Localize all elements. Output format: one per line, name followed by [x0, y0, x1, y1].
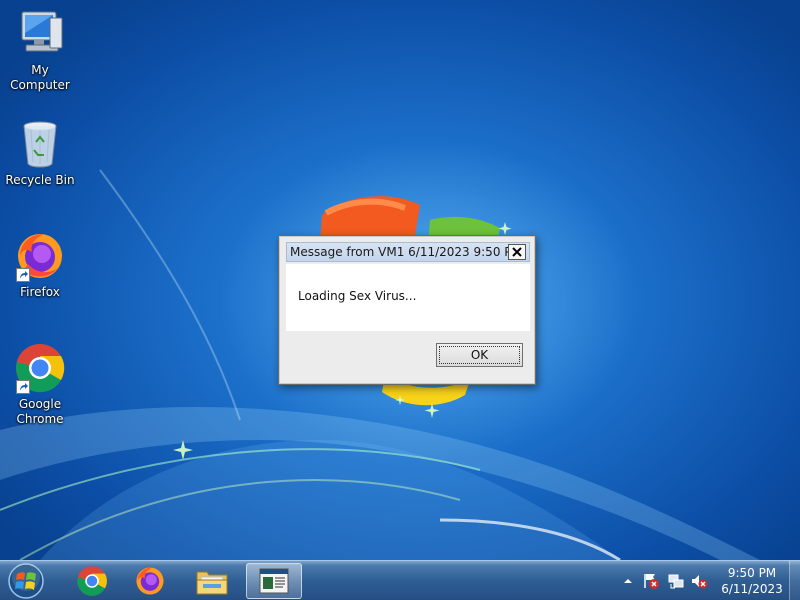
computer-icon: [14, 8, 66, 60]
taskbar-message-window-button[interactable]: [246, 563, 302, 599]
clock-date: 6/11/2023: [721, 582, 783, 596]
chrome-icon: [14, 342, 66, 394]
folder-icon: [196, 571, 228, 595]
desktop-icon-label: Recycle Bin: [5, 173, 75, 187]
ok-button[interactable]: OK: [436, 343, 523, 367]
firefox-icon: [136, 567, 164, 595]
taskbar-clock[interactable]: 9:50 PM 6/11/2023: [720, 565, 784, 597]
taskbar-explorer-button[interactable]: [184, 563, 240, 599]
desktop-icon-label: Google Chrome: [16, 397, 64, 426]
message-dialog: Message from VM1 6/11/2023 9:50 PM Loadi…: [278, 235, 536, 385]
action-center-flag-icon[interactable]: [642, 572, 660, 590]
taskbar-firefox-button[interactable]: [122, 563, 178, 599]
desktop-icon-label: My Computer: [10, 63, 70, 92]
desktop-icon-label: Firefox: [20, 285, 60, 299]
show-desktop-button[interactable]: [789, 561, 800, 600]
windows-start-icon: [8, 563, 44, 599]
dialog-title: Message from VM1 6/11/2023 9:50 PM: [290, 245, 522, 259]
dialog-titlebar[interactable]: Message from VM1 6/11/2023 9:50 PM: [286, 242, 530, 262]
shortcut-arrow-icon: [16, 380, 30, 394]
desktop-icon-google-chrome[interactable]: Google Chrome: [0, 342, 80, 427]
shortcut-arrow-icon: [16, 268, 30, 282]
close-icon: [512, 247, 522, 257]
desktop-icon-recycle-bin[interactable]: Recycle Bin: [0, 118, 80, 188]
chrome-icon: [77, 566, 107, 596]
dialog-message: Loading Sex Virus...: [298, 289, 417, 303]
volume-muted-icon[interactable]: [690, 572, 708, 590]
recycle-bin-icon: [14, 118, 66, 170]
clock-time: 9:50 PM: [727, 566, 777, 580]
message-window-icon: [259, 568, 289, 594]
firefox-icon: [14, 230, 66, 282]
desktop-icon-my-computer[interactable]: My Computer: [0, 8, 80, 93]
dialog-close-button[interactable]: [508, 244, 526, 260]
taskbar: 9:50 PM 6/11/2023: [0, 560, 800, 600]
dialog-message-pane: Loading Sex Virus...: [286, 264, 530, 331]
chevron-up-icon[interactable]: [619, 572, 637, 590]
taskbar-chrome-button[interactable]: [64, 563, 120, 599]
network-icon[interactable]: [667, 572, 685, 590]
start-button[interactable]: [4, 562, 48, 600]
desktop-icon-firefox[interactable]: Firefox: [0, 230, 80, 300]
